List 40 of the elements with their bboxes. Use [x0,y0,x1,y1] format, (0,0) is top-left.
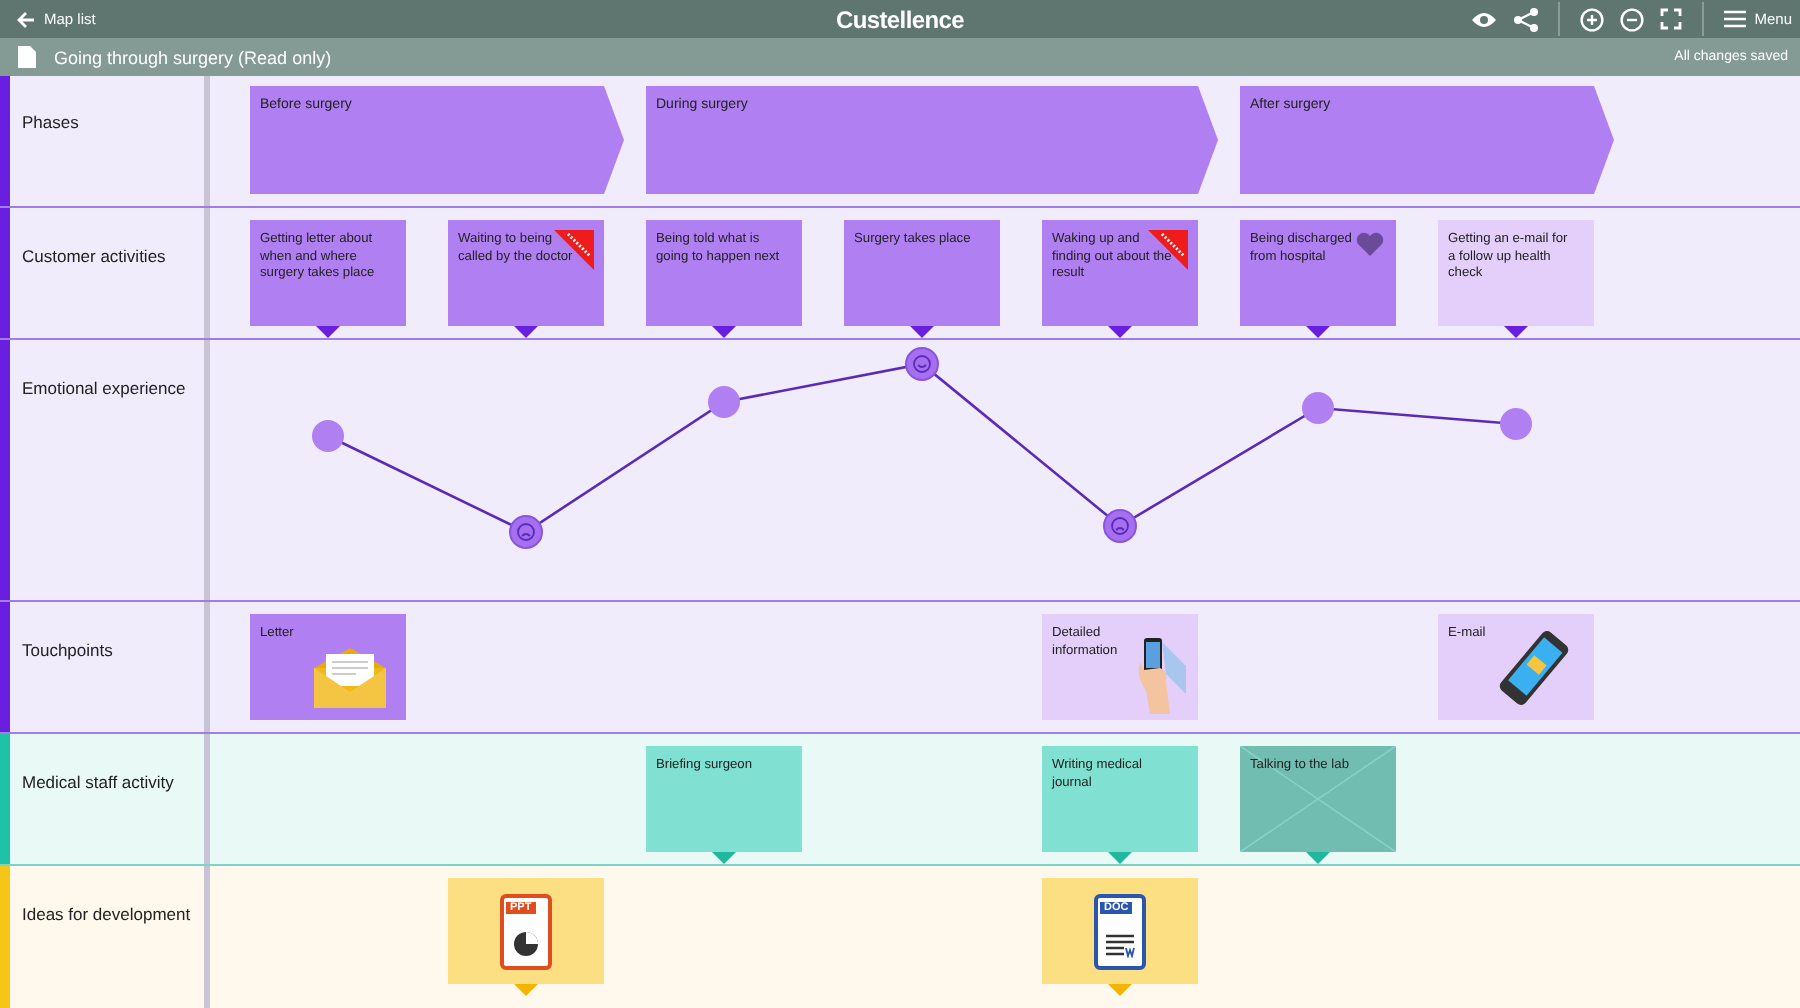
document-icon [18,46,36,68]
emotion-point[interactable] [708,386,740,418]
pointer-icon [1306,852,1330,864]
lane-label: Ideas for development [22,904,191,924]
pointer-icon [1108,326,1132,338]
text-lines-icon [1104,931,1136,957]
envelope-icon [314,648,386,708]
fullscreen-icon[interactable] [1660,8,1683,30]
pie-chart-icon [512,929,540,957]
pointer-icon [316,326,340,338]
pointer-icon [1504,326,1528,338]
lane-label: Customer activities [22,246,166,266]
pointer-icon [910,326,934,338]
pointer-icon [712,326,736,338]
pointer-icon [712,852,736,864]
eye-icon[interactable] [1470,9,1499,29]
sad-face-icon[interactable] [1103,509,1137,543]
pointer-icon [1108,852,1132,864]
pointer-icon [1306,326,1330,338]
pointer-icon [514,326,538,338]
share-icon[interactable] [1514,7,1539,31]
zoom-out-icon[interactable] [1620,7,1645,31]
sad-face-icon[interactable] [509,515,543,549]
lane-label: Emotional experience [22,378,186,398]
back-arrow-icon [16,9,36,29]
lane-label: Medical staff activity [22,772,174,792]
pointer-icon [514,984,538,996]
emotion-point[interactable] [312,420,344,452]
hand-holding-phone-icon [1134,634,1186,714]
image-placeholder-icon [1240,746,1396,852]
lane-label: Phases [22,112,79,132]
logo: Custellence [835,5,965,33]
menu-icon [1724,10,1747,28]
happy-face-icon[interactable] [905,347,939,381]
zoom-in-icon[interactable] [1580,7,1605,31]
map-title: Going through surgery (Read only) [54,47,334,67]
emotion-point[interactable] [1500,408,1532,440]
lane-label: Touchpoints [22,640,113,660]
emotion-point[interactable] [1302,392,1334,424]
pointer-icon [1108,984,1132,996]
